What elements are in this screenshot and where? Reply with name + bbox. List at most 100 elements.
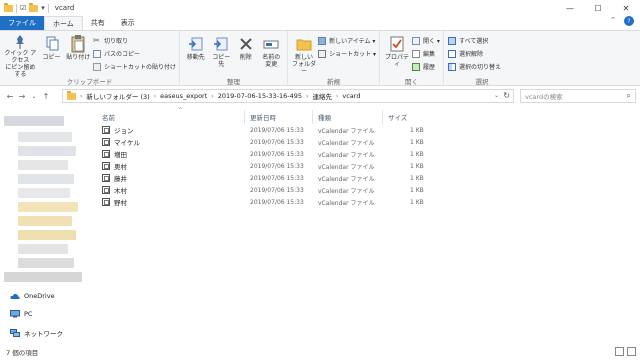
breadcrumb-item[interactable]: 連絡先 xyxy=(312,91,332,101)
file-size: 1 KB xyxy=(410,126,424,134)
blurred-nav-item[interactable] xyxy=(18,244,68,254)
breadcrumb-item[interactable]: easeus_export xyxy=(160,92,207,100)
blurred-nav-item[interactable] xyxy=(4,116,64,126)
delete-button[interactable]: 削除 xyxy=(235,34,257,77)
properties-quick-icon[interactable]: ☑ xyxy=(20,4,26,12)
blurred-nav-item[interactable] xyxy=(18,132,72,142)
tab-home[interactable]: ホーム xyxy=(44,16,83,30)
file-row[interactable]: 野村 2019/07/06 15:33 vCalendar ファイル 1 KB xyxy=(100,196,430,208)
pin-quick-access-button[interactable]: クイック アクセス にピン留めする xyxy=(3,34,38,78)
customize-quick-access-icon[interactable]: ▾ xyxy=(41,4,45,12)
large-icons-view-icon[interactable] xyxy=(627,347,636,356)
back-icon[interactable]: ← xyxy=(4,92,16,101)
file-type: vCalendar ファイル xyxy=(318,127,375,135)
blurred-nav-item[interactable] xyxy=(4,272,82,282)
pc-label: PC xyxy=(24,310,33,318)
file-type: vCalendar ファイル xyxy=(318,163,375,171)
shortcut-button[interactable]: ショートカット ▾ xyxy=(318,48,376,59)
tab-share[interactable]: 共有 xyxy=(83,16,113,30)
file-row[interactable]: 藤井 2019/07/06 15:33 vCalendar ファイル 1 KB xyxy=(100,172,430,184)
address-bar[interactable]: › 新しいフォルダー (3) › easeus_export › 2019-07… xyxy=(62,89,514,103)
file-row[interactable]: 奥村 2019/07/06 15:33 vCalendar ファイル 1 KB xyxy=(100,160,430,172)
search-input[interactable]: vcardの検索 ⌕ xyxy=(520,89,636,103)
file-row[interactable]: マイケル 2019/07/06 15:33 vCalendar ファイル 1 K… xyxy=(100,136,430,148)
select-none-button[interactable]: 選択解除 xyxy=(448,48,501,59)
move-to-button[interactable]: 移動先 xyxy=(184,34,208,77)
file-size: 1 KB xyxy=(410,138,424,146)
new-item-button[interactable]: 新しいアイテム ▾ xyxy=(318,35,376,46)
address-dropdown-icon[interactable]: ⌄ xyxy=(494,92,499,99)
collapse-ribbon-icon[interactable]: ⌃ xyxy=(610,16,616,24)
new-folder-button[interactable]: 新しい フォルダー xyxy=(292,34,316,77)
nav-onedrive[interactable]: OneDrive xyxy=(10,292,55,300)
breadcrumb-item[interactable]: 新しいフォルダー (3) xyxy=(86,91,149,101)
tab-file[interactable]: ファイル xyxy=(0,16,44,30)
column-header-size[interactable]: サイズ xyxy=(388,110,428,124)
file-row[interactable]: ジョン 2019/07/06 15:33 vCalendar ファイル 1 KB xyxy=(100,124,430,136)
scissors-icon: ✂ xyxy=(92,35,100,45)
select-group-label: 選択 xyxy=(475,78,489,86)
file-date: 2019/07/06 15:33 xyxy=(250,174,304,182)
up-icon[interactable]: ↑ xyxy=(40,92,52,101)
forward-icon[interactable]: → xyxy=(16,92,28,101)
nav-pc[interactable]: PC xyxy=(10,310,32,318)
blurred-nav-item[interactable] xyxy=(18,258,74,268)
blurred-nav-item[interactable] xyxy=(18,216,72,226)
file-name: 増田 xyxy=(114,151,127,159)
new-folder-quick-icon[interactable] xyxy=(29,2,39,12)
help-icon[interactable]: ? xyxy=(624,16,634,26)
open-button[interactable]: 開く ▾ xyxy=(412,35,440,46)
file-size: 1 KB xyxy=(410,174,424,182)
column-divider[interactable] xyxy=(244,110,245,124)
blurred-nav-item[interactable] xyxy=(18,188,70,198)
file-size: 1 KB xyxy=(410,150,424,158)
copy-to-button[interactable]: コピー先 xyxy=(210,34,234,77)
file-row[interactable]: 木村 2019/07/06 15:33 vCalendar ファイル 1 KB xyxy=(100,184,430,196)
copy-button[interactable]: コピー xyxy=(40,34,64,77)
tab-view[interactable]: 表示 xyxy=(113,16,143,30)
nav-network[interactable]: ネットワーク xyxy=(10,328,63,338)
column-divider[interactable] xyxy=(382,110,383,124)
breadcrumb-item[interactable]: vcard xyxy=(342,92,360,100)
open-label: 開く ▾ xyxy=(423,38,440,45)
file-name: 木村 xyxy=(114,187,127,195)
refresh-icon[interactable]: ↻ xyxy=(503,91,510,100)
breadcrumb-item[interactable]: 2019-07-06-15-33-16-495 xyxy=(218,92,302,100)
file-row[interactable]: 増田 2019/07/06 15:33 vCalendar ファイル 1 KB xyxy=(100,148,430,160)
rename-button[interactable]: 名前の 変更 xyxy=(259,34,284,77)
new-folder-label: 新しい フォルダー xyxy=(292,54,317,75)
minimize-button[interactable]: — xyxy=(556,0,584,16)
blurred-nav-item[interactable] xyxy=(18,174,74,184)
select-all-label: すべて選択 xyxy=(459,38,489,45)
paste-shortcut-button[interactable]: ショートカットの貼り付け xyxy=(92,61,176,72)
select-all-button[interactable]: すべて選択 xyxy=(448,35,501,46)
blurred-nav-item[interactable] xyxy=(18,160,68,170)
new-group: 新しい フォルダー 新しいアイテム ▾ ショートカット ▾ 新規 xyxy=(288,31,380,87)
blurred-nav-item[interactable] xyxy=(18,202,78,212)
edit-button[interactable]: 編集 xyxy=(412,48,440,59)
paste-button[interactable]: 貼り付け xyxy=(65,34,91,77)
invert-selection-button[interactable]: 選択の切り替え xyxy=(448,61,501,72)
blurred-nav-item[interactable] xyxy=(18,146,76,156)
copy-path-icon xyxy=(92,49,101,58)
copy-path-button[interactable]: パスのコピー xyxy=(92,48,176,59)
column-header-type[interactable]: 種類 xyxy=(318,110,378,124)
blurred-nav-item[interactable] xyxy=(18,230,76,240)
item-count: 7 個の項目 xyxy=(6,349,39,357)
cut-button[interactable]: ✂ 切り取り xyxy=(93,35,176,46)
maximize-button[interactable]: ☐ xyxy=(584,0,612,16)
organize-group: 移動先 コピー先 削除 名前の 変更 整理 xyxy=(180,31,288,87)
recent-locations-icon[interactable]: ⌄ xyxy=(28,93,40,100)
new-item-label: 新しいアイテム ▾ xyxy=(329,38,376,45)
history-button[interactable]: 履歴 xyxy=(412,61,440,72)
column-header-name[interactable]: 名前 ^ xyxy=(102,107,242,124)
column-divider[interactable] xyxy=(312,110,313,124)
close-button[interactable]: ✕ xyxy=(612,0,640,16)
new-group-label: 新規 xyxy=(327,78,340,86)
move-to-label: 移動先 xyxy=(186,54,205,61)
column-header-date[interactable]: 更新日時 xyxy=(250,110,310,124)
details-view-icon[interactable] xyxy=(615,347,624,356)
column-date-label: 更新日時 xyxy=(250,114,276,122)
navigation-pane: OneDrive PC ネットワーク xyxy=(0,106,88,344)
properties-button[interactable]: プロパティ xyxy=(384,34,410,77)
